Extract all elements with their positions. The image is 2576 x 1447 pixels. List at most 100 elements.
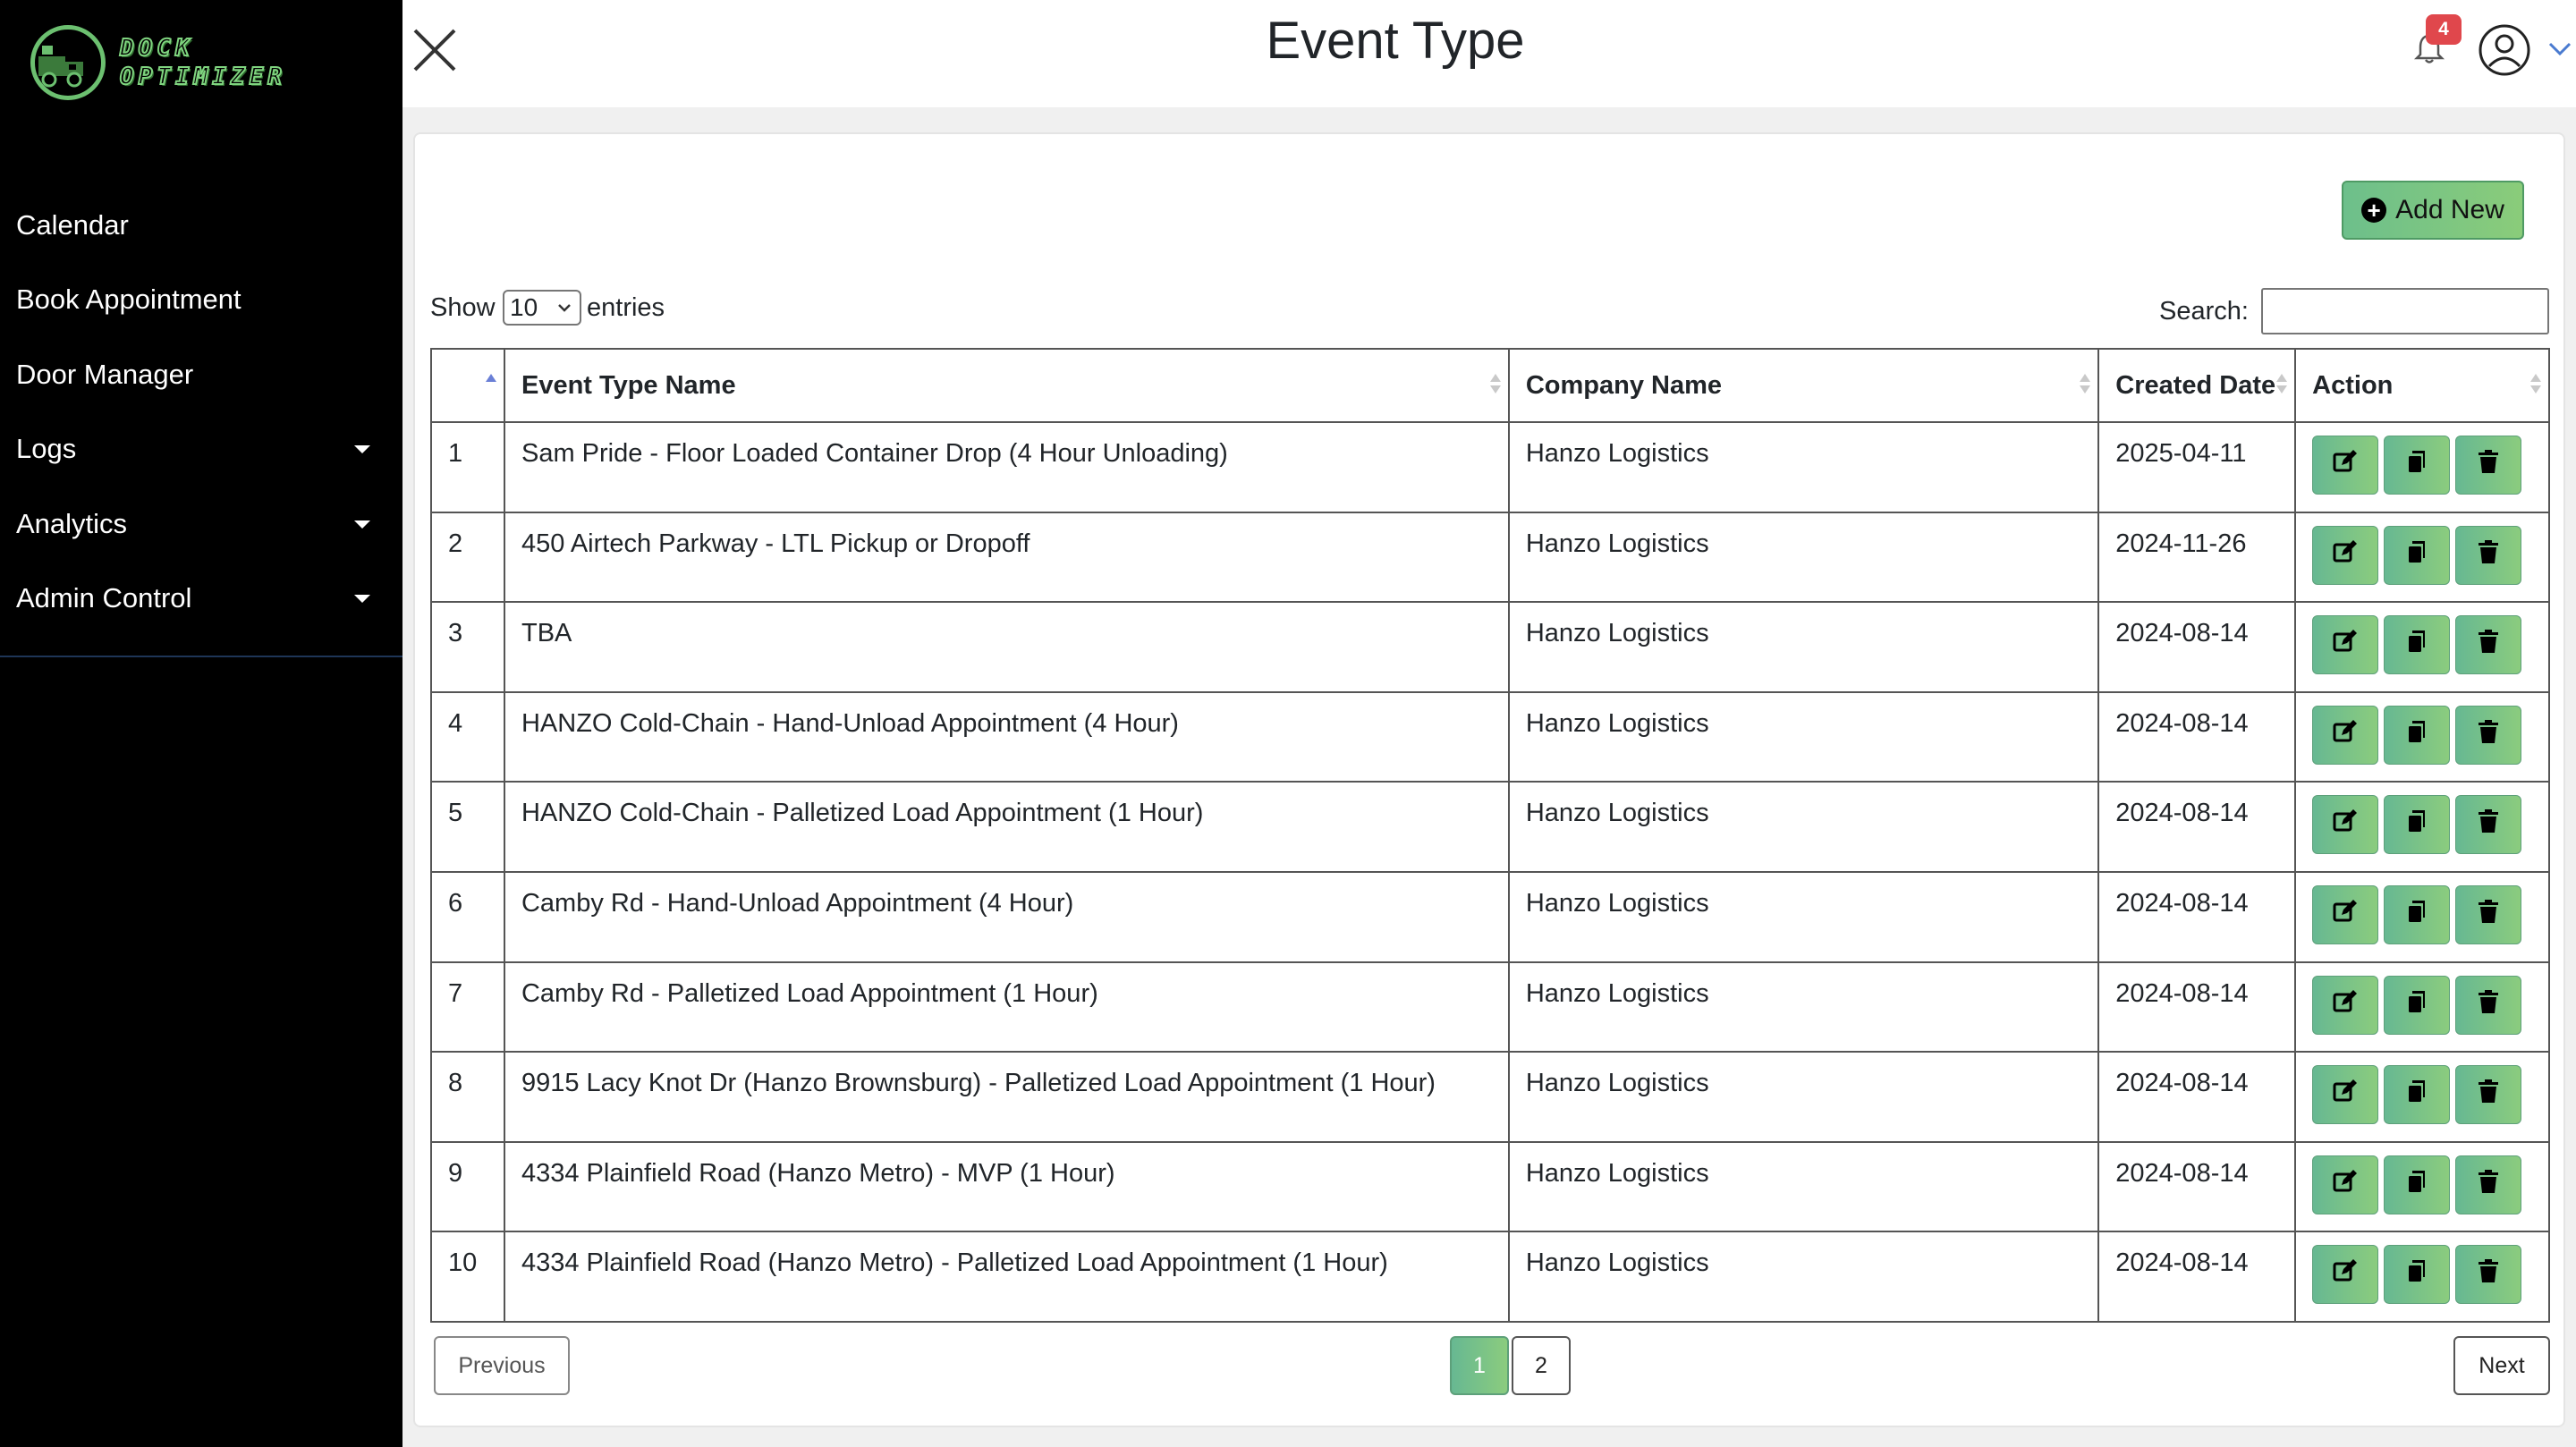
copy-button[interactable] <box>2384 615 2451 675</box>
action-cell <box>2294 781 2550 873</box>
copy-button[interactable] <box>2384 525 2451 585</box>
delete-button[interactable] <box>2455 615 2522 675</box>
created-date-cell: 2024-08-14 <box>2097 1231 2297 1323</box>
event-type-name-cell: Camby Rd - Palletized Load Appointment (… <box>503 960 1510 1054</box>
sidebar-item-door-manager[interactable]: Door Manager <box>0 337 402 412</box>
row-number: 6 <box>430 870 505 963</box>
sidebar-item-logs[interactable]: Logs <box>0 412 402 487</box>
row-number: 1 <box>430 421 505 513</box>
caret-down-icon <box>354 595 370 604</box>
sidebar-item-label: Door Manager <box>16 358 194 390</box>
sidebar-item-calendar[interactable]: Calendar <box>0 188 402 263</box>
edit-button[interactable] <box>2312 615 2379 675</box>
company-name-cell: Hanzo Logistics <box>1507 421 2100 513</box>
trash-icon <box>2475 898 2502 932</box>
delete-button[interactable] <box>2455 1065 2522 1125</box>
close-icon[interactable] <box>411 27 458 73</box>
action-cell <box>2294 960 2550 1054</box>
edit-icon <box>2332 898 2359 932</box>
table-row: 10 4334 Plainfield Road (Hanzo Metro) - P… <box>430 1231 2550 1323</box>
delete-button[interactable] <box>2455 1245 2522 1305</box>
sidebar-divider <box>0 656 402 657</box>
truck-logo-icon <box>30 25 106 100</box>
row-number: 8 <box>430 1051 505 1143</box>
trash-icon <box>2475 988 2502 1022</box>
copy-button[interactable] <box>2384 1065 2451 1125</box>
copy-button[interactable] <box>2384 436 2451 495</box>
column-header-created-date[interactable]: Created Date <box>2097 348 2297 423</box>
event-type-table: Event Type Name Company Name Created Dat… <box>430 348 2550 1323</box>
event-type-name-cell: 4334 Plainfield Road (Hanzo Metro) - Pal… <box>503 1231 1510 1323</box>
search-input[interactable] <box>2261 288 2549 334</box>
edit-button[interactable] <box>2312 705 2379 765</box>
plus-circle-icon: + <box>2361 198 2387 223</box>
table-row: 5 HANZO Cold-Chain - Palletized Load Appo… <box>430 781 2550 873</box>
copy-button[interactable] <box>2384 705 2451 765</box>
dock-optimizer-logo[interactable]: DOCK OPTIMIZER <box>30 25 299 100</box>
brand-name: DOCK OPTIMIZER <box>119 34 286 91</box>
sort-icon <box>2530 374 2541 397</box>
action-cell <box>2294 1051 2550 1143</box>
sidebar-item-analytics[interactable]: Analytics <box>0 487 402 562</box>
action-cell <box>2294 1231 2550 1323</box>
action-cell <box>2294 601 2550 693</box>
edit-button[interactable] <box>2312 1065 2379 1125</box>
sort-icon <box>1489 374 1501 397</box>
edit-icon <box>2332 808 2359 842</box>
trash-icon <box>2475 1078 2502 1112</box>
notification-badge[interactable]: 4 <box>2426 14 2462 45</box>
copy-button[interactable] <box>2384 1155 2451 1214</box>
edit-button[interactable] <box>2312 1245 2379 1305</box>
copy-icon <box>2403 448 2430 482</box>
pagination-page-1[interactable]: 1 <box>1450 1336 1509 1395</box>
created-date-cell: 2024-11-26 <box>2097 511 2297 604</box>
copy-icon <box>2403 538 2430 572</box>
column-header-event-type-name[interactable]: Event Type Name <box>503 348 1510 423</box>
add-new-button[interactable]: + Add New <box>2342 181 2524 240</box>
column-header-number[interactable] <box>430 348 505 423</box>
action-cell <box>2294 511 2550 604</box>
page-size-select[interactable]: 10 <box>503 290 581 326</box>
sidebar-item-book-appointment[interactable]: Book Appointment <box>0 263 402 338</box>
page-title: Event Type <box>1266 12 1525 70</box>
column-header-action[interactable]: Action <box>2294 348 2550 423</box>
column-header-company-name[interactable]: Company Name <box>1507 348 2100 423</box>
company-name-cell: Hanzo Logistics <box>1507 601 2100 693</box>
sidebar-item-admin-control[interactable]: Admin Control <box>0 562 402 637</box>
edit-button[interactable] <box>2312 436 2379 495</box>
copy-button[interactable] <box>2384 795 2451 855</box>
copy-icon <box>2403 988 2430 1022</box>
created-date-cell: 2024-08-14 <box>2097 1051 2297 1143</box>
user-circle-icon[interactable] <box>2478 23 2531 77</box>
delete-button[interactable] <box>2455 705 2522 765</box>
created-date-cell: 2024-08-14 <box>2097 781 2297 873</box>
copy-button[interactable] <box>2384 884 2451 944</box>
row-number: 10 <box>430 1231 505 1323</box>
pagination-previous-button[interactable]: Previous <box>434 1336 570 1395</box>
chevron-down-icon[interactable] <box>2547 39 2572 57</box>
edit-button[interactable] <box>2312 1155 2379 1214</box>
delete-button[interactable] <box>2455 795 2522 855</box>
edit-button[interactable] <box>2312 525 2379 585</box>
edit-button[interactable] <box>2312 975 2379 1035</box>
column-header-label: Action <box>2312 370 2394 400</box>
copy-button[interactable] <box>2384 1245 2451 1305</box>
copy-button[interactable] <box>2384 975 2451 1035</box>
show-label: Show <box>430 293 496 322</box>
pagination-page-2[interactable]: 2 <box>1512 1336 1571 1395</box>
column-header-label: Company Name <box>1525 370 1723 400</box>
trash-icon <box>2475 538 2502 572</box>
delete-button[interactable] <box>2455 884 2522 944</box>
copy-icon <box>2403 1078 2430 1112</box>
edit-button[interactable] <box>2312 795 2379 855</box>
delete-button[interactable] <box>2455 1155 2522 1214</box>
delete-button[interactable] <box>2455 436 2522 495</box>
event-type-name-cell: HANZO Cold-Chain - Palletized Load Appoi… <box>503 781 1510 873</box>
delete-button[interactable] <box>2455 975 2522 1035</box>
delete-button[interactable] <box>2455 525 2522 585</box>
sidebar-nav: Calendar Book Appointment Door Manager L… <box>0 188 402 636</box>
pagination-next-button[interactable]: Next <box>2453 1336 2550 1395</box>
event-type-name-cell: 450 Airtech Parkway - LTL Pickup or Drop… <box>503 511 1510 604</box>
company-name-cell: Hanzo Logistics <box>1507 1140 2100 1233</box>
edit-button[interactable] <box>2312 884 2379 944</box>
